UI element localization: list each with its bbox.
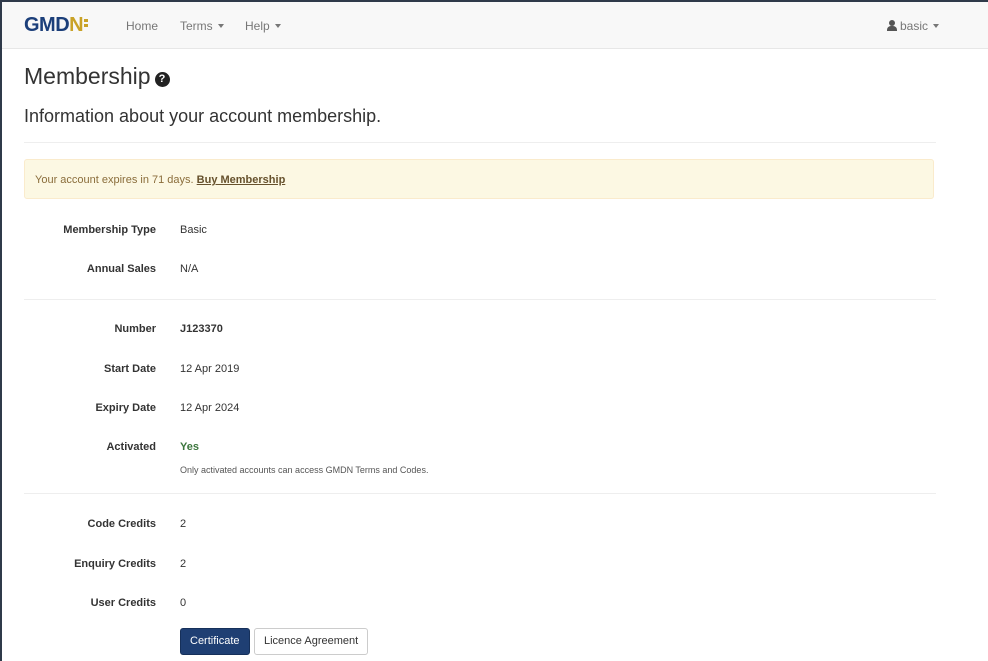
licence-agreement-button[interactable]: Licence Agreement — [254, 628, 369, 655]
code-credits-label: Code Credits — [87, 518, 156, 530]
nav-help-dropdown[interactable]: Help — [245, 19, 281, 33]
number-value: J123370 — [180, 323, 223, 335]
start-date-value: 12 Apr 2019 — [180, 363, 240, 375]
divider — [24, 142, 936, 143]
start-date-label: Start Date — [104, 363, 156, 375]
user-credits-value: 0 — [180, 597, 187, 609]
caret-down-icon — [274, 24, 281, 28]
page-subtitle: Information about your account membershi… — [24, 106, 382, 126]
code-credits-value: 2 — [180, 518, 187, 530]
membership-type-label: Membership Type — [63, 224, 156, 236]
divider — [24, 299, 936, 300]
caret-down-icon — [217, 24, 224, 28]
gmdn-logo[interactable]: GMDN — [24, 14, 89, 37]
number-label: Number — [114, 323, 156, 335]
activated-label: Activated — [106, 441, 156, 453]
page-title: Membership? — [24, 63, 170, 90]
membership-type-value: Basic — [180, 224, 207, 236]
user-credits-label: User Credits — [90, 597, 156, 609]
enquiry-credits-label: Enquiry Credits — [74, 558, 156, 570]
certificate-button[interactable]: Certificate — [180, 628, 250, 655]
activated-value: Yes — [180, 441, 199, 453]
top-navbar: GMDN Home Terms Help basic — [2, 2, 988, 49]
enquiry-credits-value: 2 — [180, 558, 187, 570]
divider — [24, 493, 936, 494]
user-menu-dropdown[interactable]: basic — [887, 19, 940, 33]
buy-membership-link[interactable]: Buy Membership — [197, 174, 286, 186]
caret-down-icon — [933, 24, 940, 28]
expiry-date-value: 12 Apr 2024 — [180, 402, 240, 414]
annual-sales-value: N/A — [180, 263, 199, 275]
expiry-alert: Your account expires in 71 days. Buy Mem… — [24, 159, 934, 199]
question-circle-icon[interactable]: ? — [154, 72, 170, 87]
activated-help-text: Only activated accounts can access GMDN … — [180, 465, 429, 475]
user-icon — [887, 20, 897, 31]
nav-home[interactable]: Home — [126, 19, 158, 33]
annual-sales-label: Annual Sales — [86, 263, 156, 275]
expiry-date-label: Expiry Date — [95, 402, 156, 414]
nav-terms-dropdown[interactable]: Terms — [180, 19, 224, 33]
